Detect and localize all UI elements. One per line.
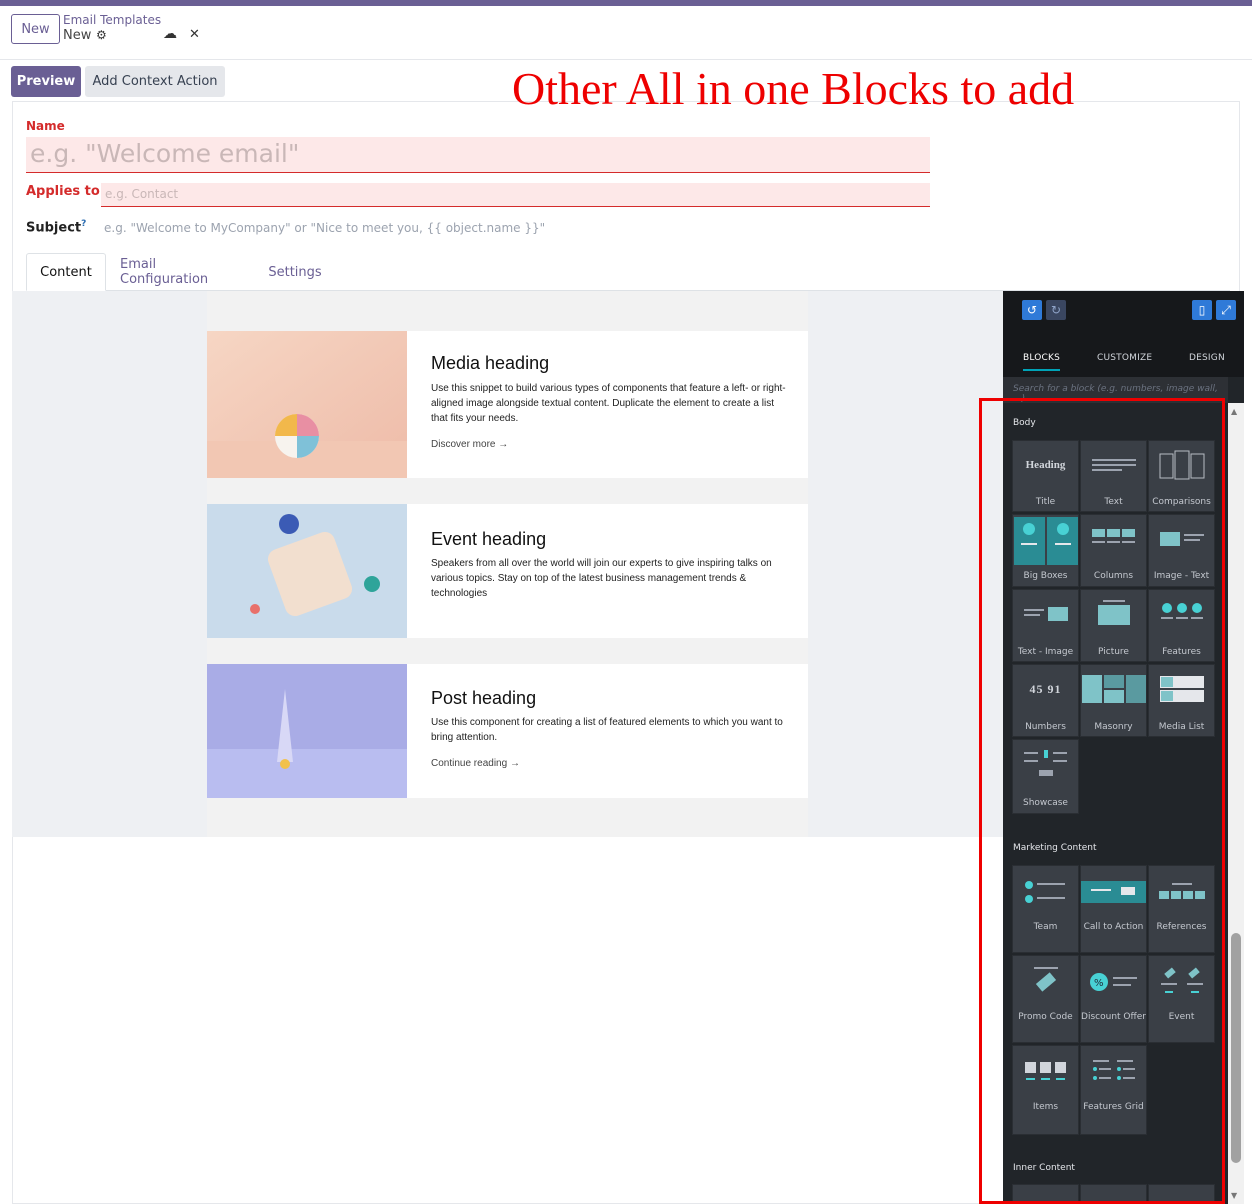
panel-tabs: BLOCKS CUSTOMIZE DESIGN	[1003, 331, 1244, 377]
applies-to-input[interactable]: e.g. Contact	[101, 183, 930, 207]
save-cloud-icon[interactable]: ☁	[163, 26, 177, 42]
scroll-thumb[interactable]	[1231, 933, 1241, 1163]
subject-help-icon[interactable]: ?	[81, 219, 86, 229]
subject-label-text: Subject	[26, 220, 82, 236]
email-body: Media heading Use this snippet to build …	[207, 291, 808, 837]
annotation-highlight-box	[979, 398, 1225, 1204]
scroll-up-icon[interactable]: ▲	[1231, 407, 1237, 416]
media-card-link[interactable]: Discover more →	[431, 439, 508, 450]
tab-settings[interactable]: Settings	[268, 253, 321, 291]
post-card-image	[207, 664, 407, 798]
email-editor-canvas: Media heading Use this snippet to build …	[12, 291, 1003, 837]
media-card-text: Use this snippet to build various types …	[431, 383, 786, 424]
event-card-heading: Event heading	[431, 529, 547, 549]
post-card-link[interactable]: Continue reading →	[431, 758, 520, 769]
name-label: Name	[26, 119, 65, 133]
media-card[interactable]: Media heading Use this snippet to build …	[207, 331, 808, 478]
fullscreen-icon[interactable]: ⤢	[1216, 300, 1236, 320]
gear-icon[interactable]: ⚙	[96, 28, 107, 42]
tab-content[interactable]: Content	[26, 253, 106, 291]
panel-toolbar: ↺ ↻ ▯ ⤢	[1003, 291, 1244, 331]
name-input[interactable]: e.g. "Welcome email"	[26, 137, 930, 173]
subject-input[interactable]: e.g. "Welcome to MyCompany" or "Nice to …	[104, 221, 545, 235]
event-card[interactable]: Event heading Speakers from all over the…	[207, 504, 808, 638]
subject-label: Subject?	[26, 219, 86, 235]
new-button[interactable]: New	[11, 14, 60, 44]
media-card-heading: Media heading	[431, 353, 550, 373]
post-card-heading: Post heading	[431, 688, 537, 708]
panel-scrollbar[interactable]: ▲ ▼	[1228, 403, 1244, 1204]
preview-button[interactable]: Preview	[11, 66, 81, 97]
post-card[interactable]: Post heading Use this component for crea…	[207, 664, 808, 798]
applies-to-label: Applies to	[26, 184, 100, 199]
add-context-action-button[interactable]: Add Context Action	[85, 66, 225, 97]
discard-close-icon[interactable]: ✕	[189, 27, 200, 42]
tab-email-configuration[interactable]: Email Configuration	[120, 253, 242, 291]
panel-tab-design[interactable]: DESIGN	[1189, 353, 1225, 363]
breadcrumb-parent-link[interactable]: Email Templates	[63, 13, 161, 27]
control-panel: New Email Templates New ⚙ ☁ ✕	[0, 6, 1252, 60]
post-card-text: Use this component for creating a list o…	[431, 717, 783, 743]
scroll-down-icon[interactable]: ▼	[1231, 1191, 1237, 1200]
redo-icon[interactable]: ↻	[1046, 300, 1066, 320]
breadcrumb-current: New	[63, 28, 92, 43]
event-card-image	[207, 504, 407, 638]
annotation-text: Other All in one Blocks to add	[512, 63, 1075, 114]
notebook-tabs: Content Email Configuration Settings	[26, 253, 1230, 291]
undo-icon[interactable]: ↺	[1022, 300, 1042, 320]
panel-tab-customize[interactable]: CUSTOMIZE	[1097, 353, 1152, 363]
event-card-text: Speakers from all over the world will jo…	[431, 558, 772, 599]
media-card-image	[207, 331, 407, 478]
mobile-preview-icon[interactable]: ▯	[1192, 300, 1212, 320]
panel-tab-blocks[interactable]: BLOCKS	[1023, 353, 1061, 371]
